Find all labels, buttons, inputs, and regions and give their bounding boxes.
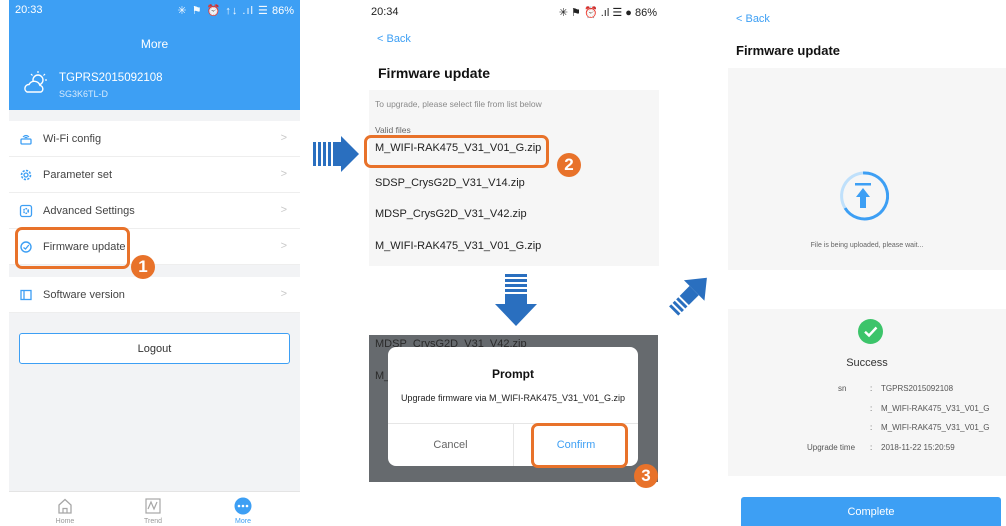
tab-label: Home	[55, 518, 75, 525]
menu-item-label: Software version	[43, 288, 125, 301]
dialog-title: Prompt	[492, 367, 534, 381]
arrow-down-icon	[495, 274, 537, 326]
status-bar: 20:33 ✳ ⚑ ⏰ ↑↓ .ıl ☰ 86%	[9, 0, 300, 20]
detail-value-version-1: M_WIFI-RAK475_V31_V01_G	[881, 404, 990, 413]
tab-label: More	[235, 518, 251, 525]
detail-value-sn: TGPRS2015092108	[881, 384, 954, 393]
chevron-right-icon: >	[280, 288, 287, 300]
book-icon	[19, 288, 33, 302]
chevron-right-icon: >	[280, 204, 287, 216]
chevron-right-icon: >	[280, 168, 287, 180]
upload-result-screen: < Back Firmware update File is being upl…	[728, 0, 1006, 526]
chevron-right-icon: >	[280, 132, 287, 144]
tab-trend[interactable]: Trend	[123, 496, 183, 525]
highlight-firmware-update	[15, 227, 130, 269]
valid-files-label: Valid files	[375, 125, 411, 135]
menu-item-wifi-config[interactable]: Wi-Fi config >	[9, 121, 300, 157]
status-icons: ✳ ⚑ ⏰ .ıl ☰ ● 86%	[558, 7, 657, 19]
detail-sep: :	[870, 404, 873, 413]
gear-icon	[19, 168, 33, 182]
trend-icon	[145, 498, 161, 514]
detail-key: sn	[838, 384, 847, 393]
menu-item-advanced-settings[interactable]: Advanced Settings >	[9, 193, 300, 229]
file-list: To upgrade, please select file from list…	[369, 90, 659, 266]
more-icon	[234, 497, 252, 515]
device-sn: TGPRS2015092108	[59, 72, 163, 84]
tab-home[interactable]: Home	[35, 496, 95, 525]
cancel-button[interactable]: Cancel	[388, 423, 513, 466]
upload-icon	[840, 171, 889, 221]
step-3-badge: 3	[634, 464, 658, 488]
menu-item-software-version[interactable]: Software version >	[9, 277, 300, 313]
highlight-confirm-button	[531, 423, 628, 468]
status-time: 20:34	[371, 6, 399, 18]
about-menu: Software version >	[9, 277, 300, 313]
list-item[interactable]: M_WIFI-RAK475_V31_V01_G.zip	[375, 240, 541, 252]
more-screen: 20:33 ✳ ⚑ ⏰ ↑↓ .ıl ☰ 86% More TGPRS20150…	[9, 0, 300, 526]
step-2-badge: 2	[557, 153, 581, 177]
advanced-gear-icon	[19, 204, 33, 218]
list-item[interactable]: MDSP_CrysG2D_V31_V42.zip	[375, 208, 527, 220]
chevron-right-icon: >	[280, 240, 287, 252]
list-item[interactable]: SDSP_CrysG2D_V31_V14.zip	[375, 177, 525, 189]
menu-item-parameter-set[interactable]: Parameter set >	[9, 157, 300, 193]
complete-button[interactable]: Complete	[741, 497, 1001, 526]
detail-sep: :	[870, 423, 873, 432]
logout-button[interactable]: Logout	[19, 333, 290, 364]
result-area: Success sn : TGPRS2015092108 : M_WIFI-RA…	[728, 309, 1006, 476]
menu-item-label: Wi-Fi config	[43, 132, 102, 145]
menu-item-label: Advanced Settings	[43, 204, 135, 217]
upload-progress-area: File is being uploaded, please wait...	[728, 68, 1006, 270]
success-label: Success	[846, 357, 888, 369]
highlight-selected-file	[364, 135, 549, 168]
bottom-tab-bar: Home Trend More	[9, 491, 300, 526]
page-title: Firmware update	[378, 65, 491, 81]
dialog-message: Upgrade firmware via M_WIFI-RAK475_V31_V…	[400, 393, 626, 403]
tab-more[interactable]: More	[213, 496, 273, 525]
home-icon	[58, 498, 72, 514]
wifi-router-icon	[19, 132, 33, 146]
success-check-icon	[858, 319, 883, 344]
detail-key: Upgrade time	[807, 443, 856, 452]
instruction-text: To upgrade, please select file from list…	[375, 99, 542, 109]
page-title: Firmware update	[736, 43, 841, 58]
detail-sep: :	[870, 443, 873, 452]
back-button[interactable]: < Back	[377, 33, 411, 45]
tab-label: Trend	[143, 518, 163, 525]
upload-status-text: File is being uploaded, please wait...	[810, 242, 924, 249]
menu-item-label: Parameter set	[43, 168, 113, 181]
arrow-diagonal-icon	[669, 277, 707, 316]
detail-value-upgrade-time: 2018-11-22 15:20:59	[881, 443, 955, 452]
page-title: More	[140, 37, 169, 51]
back-button[interactable]: < Back	[736, 13, 770, 25]
status-icons: ✳ ⚑ ⏰ ↑↓ .ıl ☰ 86%	[177, 4, 294, 17]
status-bar: 20:34 ✳ ⚑ ⏰ .ıl ☰ ● 86%	[369, 6, 659, 20]
arrow-right-icon	[313, 136, 359, 172]
weather-cloud-icon	[24, 71, 47, 93]
status-time: 20:33	[15, 4, 43, 16]
step-1-badge: 1	[131, 255, 155, 279]
device-model: SG3K6TL-D	[59, 89, 109, 99]
detail-sep: :	[870, 384, 873, 393]
detail-value-version-2: M_WIFI-RAK475_V31_V01_G	[881, 423, 990, 432]
